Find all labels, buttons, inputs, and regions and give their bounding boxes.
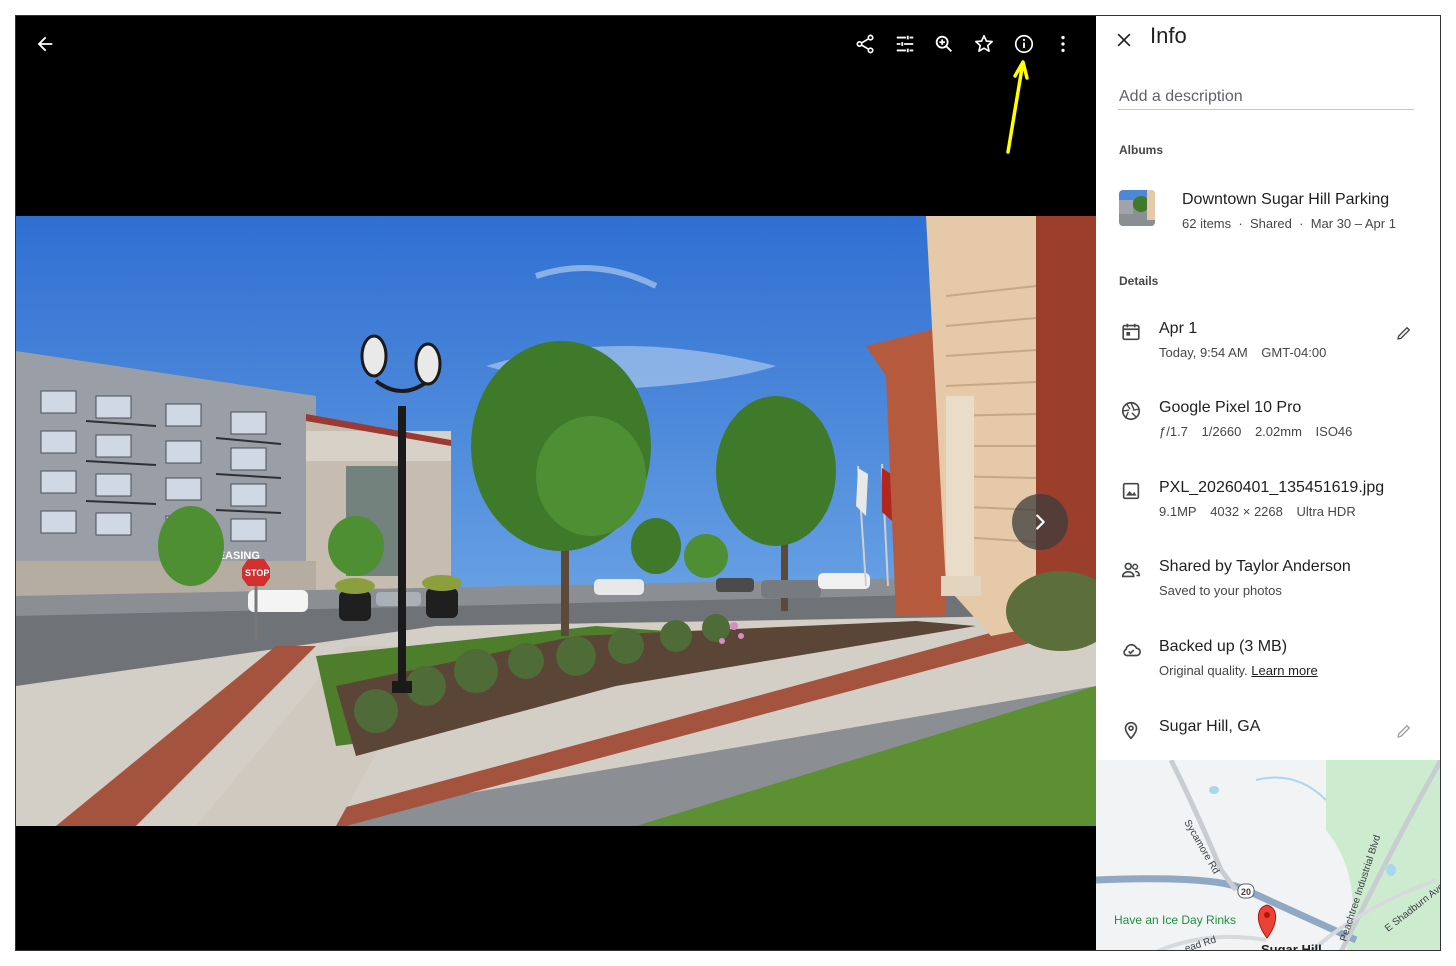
focal-length: 2.02mm	[1254, 424, 1302, 439]
edit-button[interactable]	[885, 24, 925, 64]
annotation-arrow	[1006, 60, 1029, 154]
description-input[interactable]	[1118, 84, 1414, 110]
map-poi-label: Have an Ice Day Rinks	[1114, 913, 1236, 927]
file-name: PXL_20260401_135451619.jpg	[1159, 479, 1385, 496]
calendar-icon	[1118, 319, 1144, 345]
date-subtext: Today, 9:54 AM GMT-04:00	[1159, 345, 1326, 360]
edit-location-button[interactable]	[1392, 719, 1416, 743]
aperture: ƒ/1.7	[1159, 424, 1188, 439]
people-icon	[1118, 557, 1144, 583]
edit-date-button[interactable]	[1392, 321, 1416, 345]
album-name: Downtown Sugar Hill Parking	[1182, 191, 1390, 208]
camera-aperture-icon	[1118, 398, 1144, 424]
saved-status: Saved to your photos	[1159, 583, 1282, 598]
tune-icon	[896, 35, 914, 53]
date-detail: Apr 1 Today, 9:54 AM GMT-04:00	[1096, 319, 1440, 369]
next-photo-button[interactable]	[1012, 494, 1068, 550]
photo-time: Today, 9:54 AM	[1159, 345, 1248, 360]
cloud-done-icon	[1118, 637, 1144, 663]
pencil-icon	[1397, 725, 1410, 738]
file-info: 9.1MP 4032 × 2268 Ultra HDR	[1159, 504, 1356, 519]
album-item[interactable]: Downtown Sugar Hill Parking 62 items · S…	[1119, 190, 1429, 231]
shared-by: Shared by Taylor Anderson	[1159, 558, 1351, 575]
separator: ·	[1299, 216, 1304, 231]
dimensions: 4032 × 2268	[1210, 504, 1283, 519]
info-panel: Info Albums Downtown Sugar Hill Parking …	[1096, 16, 1440, 951]
details-label: Details	[1119, 274, 1159, 288]
more-vert-icon	[1061, 35, 1065, 53]
quality-text: Original quality.	[1159, 663, 1248, 678]
megapixels: 9.1MP	[1159, 504, 1197, 519]
camera-settings: ƒ/1.7 1/2660 2.02mm ISO46	[1159, 424, 1352, 439]
star-icon	[975, 34, 993, 52]
camera-model: Google Pixel 10 Pro	[1159, 399, 1302, 416]
location-map[interactable]: Sycamore Rd Peachtree Industrial Blvd E …	[1096, 760, 1440, 951]
pencil-icon	[1397, 327, 1410, 340]
arrow-back-icon	[37, 36, 53, 52]
app-window: LEASING STOP Info Add a description Albu…	[15, 15, 1441, 951]
map-place-label: Sugar Hill	[1261, 942, 1322, 951]
info-icon	[1014, 34, 1034, 54]
photo-date: Apr 1	[1159, 320, 1198, 337]
close-icon	[1117, 33, 1131, 47]
iso: ISO46	[1315, 424, 1353, 439]
street-scene-image: LEASING STOP	[16, 216, 1096, 826]
back-button[interactable]	[25, 24, 65, 64]
camera-detail: Google Pixel 10 Pro ƒ/1.7 1/2660 2.02mm …	[1096, 398, 1440, 448]
albums-label: Albums	[1119, 143, 1164, 157]
zoom-in-icon	[935, 35, 952, 52]
album-shared-status: Shared	[1249, 216, 1292, 231]
chevron-right-icon	[1036, 514, 1045, 530]
panel-title: Info	[1150, 23, 1187, 48]
image-icon	[1118, 478, 1144, 504]
backup-quality: Original quality. Learn more	[1159, 663, 1318, 678]
stop-sign: STOP	[245, 568, 269, 578]
backup-status: Backed up (3 MB)	[1159, 638, 1288, 655]
shutter-speed: 1/2660	[1201, 424, 1242, 439]
album-item-count: 62 items	[1182, 216, 1232, 231]
backup-detail: Backed up (3 MB) Original quality. Learn…	[1096, 637, 1440, 687]
close-info-button[interactable]	[1110, 26, 1138, 54]
album-meta: 62 items · Shared · Mar 30 – Apr 1	[1182, 216, 1396, 231]
photo-timezone: GMT-04:00	[1261, 345, 1327, 360]
album-date-range: Mar 30 – Apr 1	[1310, 216, 1396, 231]
more-options-button[interactable]	[1043, 24, 1083, 64]
zoom-button[interactable]	[924, 24, 964, 64]
photo-viewer: LEASING STOP	[16, 16, 1096, 950]
shared-detail: Shared by Taylor Anderson Saved to your …	[1096, 557, 1440, 607]
location-name: Sugar Hill, GA	[1159, 718, 1261, 735]
hdr-label: Ultra HDR	[1296, 504, 1356, 519]
album-thumbnail	[1119, 190, 1155, 226]
location-pin-icon	[1118, 717, 1144, 743]
separator: ·	[1238, 216, 1243, 231]
file-detail: PXL_20260401_135451619.jpg 9.1MP 4032 × …	[1096, 478, 1440, 528]
photo: LEASING STOP	[16, 216, 1096, 826]
share-icon	[856, 34, 874, 54]
route-shield: 20	[1241, 887, 1251, 897]
learn-more-link[interactable]: Learn more	[1251, 663, 1317, 678]
share-button[interactable]	[845, 24, 885, 64]
